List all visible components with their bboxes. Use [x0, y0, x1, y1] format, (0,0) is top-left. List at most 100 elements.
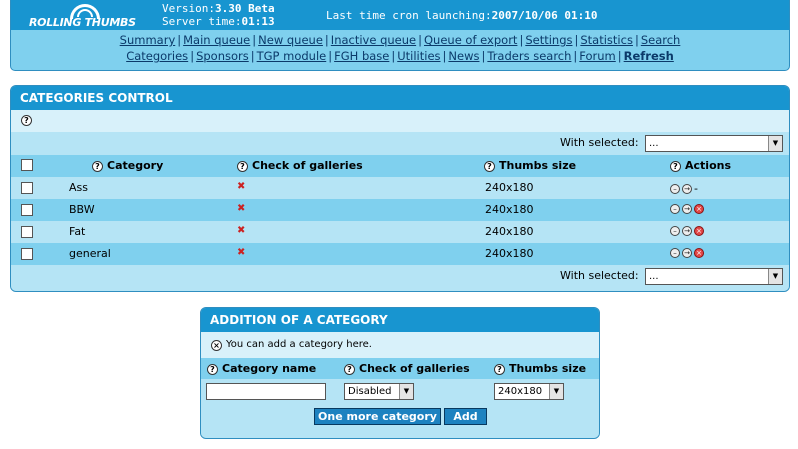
add-buttons-row: One more category Add [201, 403, 599, 438]
row-checkbox[interactable] [21, 226, 33, 238]
nav-link-fgh-base[interactable]: FGH base [334, 49, 389, 63]
with-selected-select-bottom[interactable]: ... ▼ [645, 268, 783, 285]
nav-row-1: Summary | Main queue | New queue | Inactive qu… [119, 33, 681, 47]
table-row: BBW ✖ 240x180 – → × [11, 199, 789, 221]
cron-label: Last time cron launching: [326, 9, 492, 22]
nav-link-queue-of-export[interactable]: Queue of export [424, 33, 517, 47]
server-time-value: 01:13 [241, 15, 275, 28]
add-info-row: × You can add a category here. [201, 332, 599, 358]
nav-link-sponsors[interactable]: Sponsors [196, 49, 249, 63]
check-galleries-value: Disabled [348, 386, 392, 397]
view-icon[interactable]: → [682, 248, 692, 258]
with-selected-value: ... [649, 271, 659, 282]
nav-link-categories[interactable]: Categories [126, 49, 188, 63]
logo-text: ROLLING THUMBS [29, 16, 136, 29]
nav-link-statistics[interactable]: Statistics [580, 33, 633, 47]
nav-link-refresh[interactable]: Refresh [624, 49, 674, 63]
thumbs-size: 240x180 [485, 181, 534, 194]
delete-icon[interactable]: × [694, 204, 704, 214]
version-value: 3.30 Beta [214, 2, 275, 15]
row-checkbox[interactable] [21, 182, 33, 194]
nav-row-2: Categories | Sponsors | TGP module | FGH base |… [126, 49, 674, 63]
delete-icon[interactable]: × [694, 248, 704, 258]
with-selected-label: With selected: [560, 269, 639, 282]
check-galleries-select[interactable]: Disabled ▼ [344, 383, 414, 400]
help-icon[interactable]: ? [21, 115, 32, 126]
help-icon[interactable]: ? [207, 364, 218, 375]
nav-link-tgp-module[interactable]: TGP module [257, 49, 327, 63]
edit-icon[interactable]: – [670, 183, 680, 194]
panel-title: CATEGORIES CONTROL [11, 86, 789, 110]
header-top-strip: ROLLING THUMBS Version:3.30 Beta Server … [11, 0, 789, 30]
col-header-check-galleries: Check of galleries [359, 362, 470, 375]
thumbs-size: 240x180 [485, 247, 534, 260]
nav-link-forum[interactable]: Forum [579, 49, 615, 63]
table-row: general ✖ 240x180 – → × [11, 243, 789, 265]
cron-info: Last time cron launching:2007/10/06 01:1… [326, 9, 598, 22]
category-name: Ass [69, 181, 88, 194]
nav-link-new-queue[interactable]: New queue [258, 33, 323, 47]
help-icon[interactable]: ? [344, 364, 355, 375]
version-info: Version:3.30 Beta [162, 2, 275, 15]
help-icon[interactable]: ? [670, 161, 681, 172]
nav-link-search[interactable]: Search [641, 33, 681, 47]
panel-title: ADDITION OF A CATEGORY [201, 308, 599, 332]
category-name: general [69, 247, 111, 260]
with-selected-select-top[interactable]: ... ▼ [645, 135, 783, 152]
add-button[interactable]: Add [444, 408, 487, 425]
server-time-label: Server time: [162, 15, 242, 28]
delete-icon[interactable]: × [694, 226, 704, 236]
add-info-text: You can add a category here. [226, 339, 372, 350]
edit-icon[interactable]: – [670, 248, 680, 258]
nav-link-inactive-queue[interactable]: Inactive queue [331, 33, 416, 47]
row-checkbox[interactable] [21, 248, 33, 260]
chevron-down-icon: ▼ [399, 384, 413, 399]
check-disabled-icon: ✖ [237, 203, 246, 214]
categories-control-panel: CATEGORIES CONTROL ? With selected: ... … [10, 85, 790, 292]
category-name: Fat [69, 225, 86, 238]
help-icon[interactable]: ? [92, 161, 103, 172]
row-actions: – → - [670, 182, 698, 195]
delete-unavailable: - [694, 182, 698, 195]
info-icon: × [211, 340, 222, 351]
nav-link-traders-search[interactable]: Traders search [487, 49, 571, 63]
add-input-row: Disabled ▼ 240x180 ▼ [201, 379, 599, 403]
table-header-row: ? Category ? Check of galleries ? Thumbs… [11, 155, 789, 177]
thumbs-size: 240x180 [485, 225, 534, 238]
thumbs-size: 240x180 [485, 203, 534, 216]
col-header-thumbs-size: Thumbs size [509, 362, 587, 375]
nav-link-summary[interactable]: Summary [120, 33, 176, 47]
row-actions: – → × [670, 248, 704, 258]
version-label: Version: [162, 2, 215, 15]
row-actions: – → × [670, 204, 704, 214]
select-all-checkbox[interactable] [21, 159, 33, 171]
category-name-input[interactable] [206, 383, 326, 400]
row-checkbox[interactable] [21, 204, 33, 216]
app-logo: ROLLING THUMBS [23, 4, 153, 29]
help-icon[interactable]: ? [484, 161, 495, 172]
help-icon[interactable]: ? [237, 161, 248, 172]
nav-link-settings[interactable]: Settings [525, 33, 572, 47]
nav-link-utilities[interactable]: Utilities [397, 49, 440, 63]
check-disabled-icon: ✖ [237, 247, 246, 258]
nav-link-main-queue[interactable]: Main queue [183, 33, 250, 47]
with-selected-label: With selected: [560, 136, 639, 149]
edit-icon[interactable]: – [670, 226, 680, 236]
edit-icon[interactable]: – [670, 204, 680, 214]
one-more-category-button[interactable]: One more category [314, 408, 441, 425]
view-icon[interactable]: → [682, 204, 692, 214]
view-icon[interactable]: → [682, 183, 692, 194]
help-icon[interactable]: ? [494, 364, 505, 375]
table-row: Fat ✖ 240x180 – → × [11, 221, 789, 243]
chevron-down-icon: ▼ [768, 269, 782, 284]
col-header-thumbs-size: Thumbs size [499, 159, 577, 172]
col-header-check-galleries: Check of galleries [252, 159, 363, 172]
help-row: ? [11, 110, 789, 132]
thumbs-size-select[interactable]: 240x180 ▼ [494, 383, 564, 400]
cron-value: 2007/10/06 01:10 [491, 9, 598, 22]
with-selected-value: ... [649, 138, 659, 149]
with-selected-top-row: With selected: ... ▼ [11, 132, 789, 155]
nav-link-news[interactable]: News [448, 49, 479, 63]
col-header-category-name: Category name [222, 362, 317, 375]
view-icon[interactable]: → [682, 226, 692, 236]
